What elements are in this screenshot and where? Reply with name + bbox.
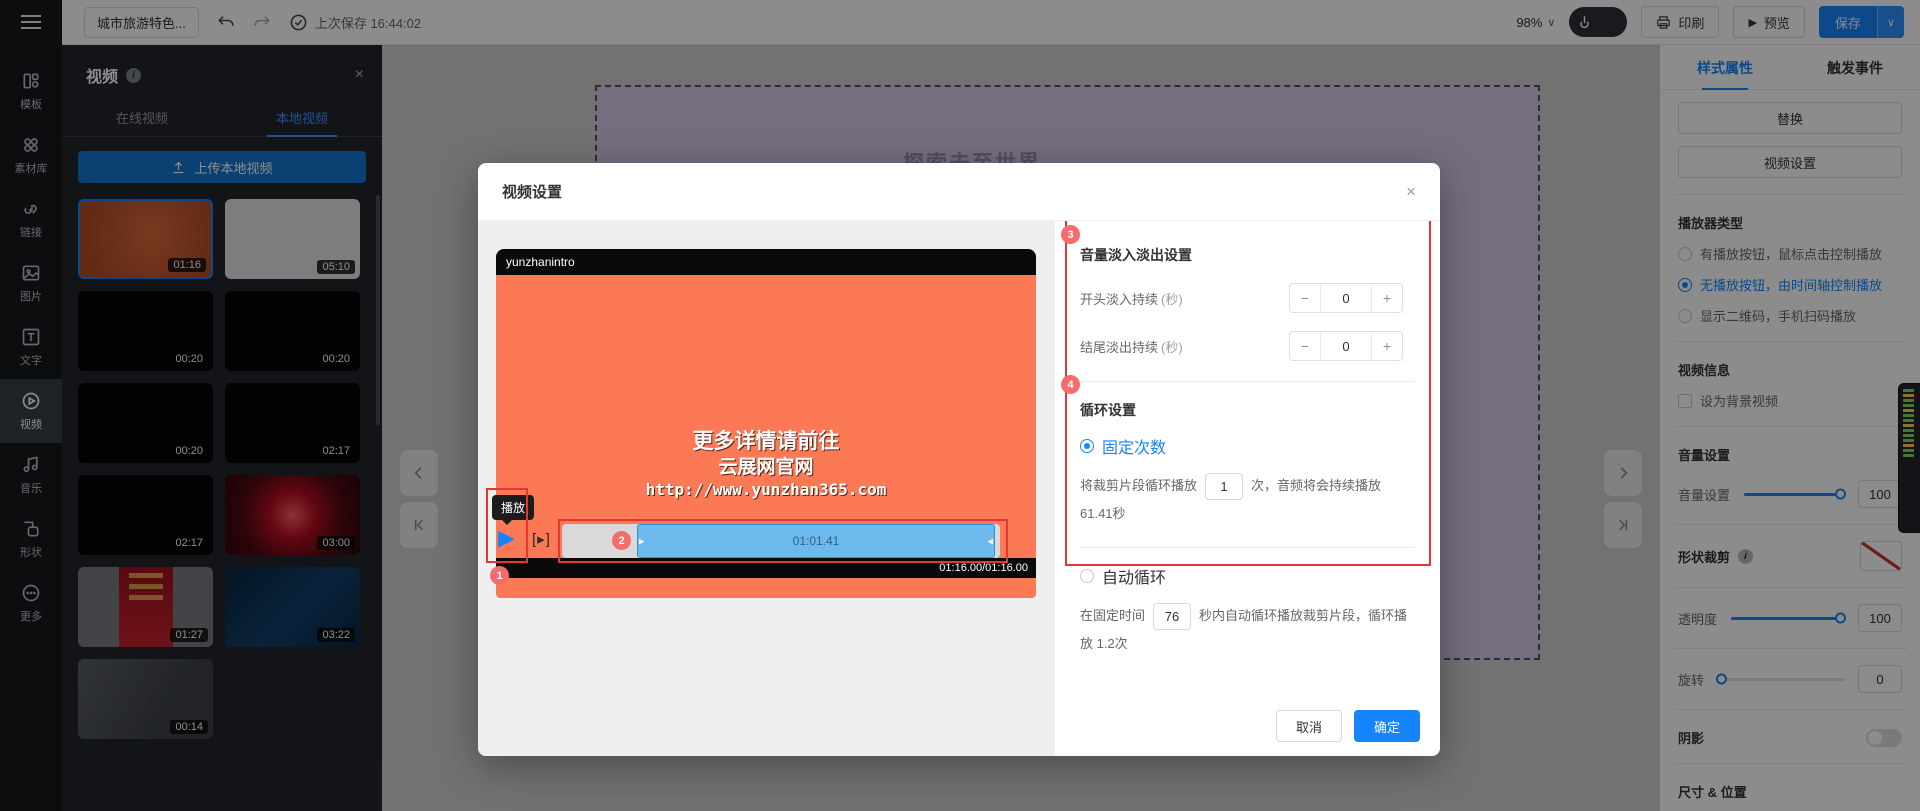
fade-in-value[interactable]: 0 <box>1320 284 1372 312</box>
fade-in-stepper: − 0 + <box>1289 283 1403 313</box>
increment-button[interactable]: + <box>1372 284 1402 312</box>
modal-settings-column: 音量淡入淡出设置 开头淡入持续(秒) − 0 + 结尾淡出持续(秒) − 0 + <box>1055 221 1440 756</box>
decrement-button[interactable]: − <box>1290 284 1320 312</box>
fade-out-stepper: − 0 + <box>1289 331 1403 361</box>
modal-header: 视频设置 × <box>478 163 1440 221</box>
loop-fixed-description: 将裁剪片段循环播放1次，音频将会持续播放61.41秒 <box>1080 472 1415 527</box>
cancel-button[interactable]: 取消 <box>1276 710 1342 742</box>
fade-in-label: 开头淡入持续 <box>1080 292 1158 307</box>
fade-out-value[interactable]: 0 <box>1320 332 1372 360</box>
video-player-titlebar: yunzhanintro <box>496 249 1036 275</box>
video-player-timebar: 01:16.00/01:16.00 <box>496 558 1036 578</box>
loop-seconds-input[interactable]: 76 <box>1153 603 1191 630</box>
video-frame: 更多详情请前往 云展网官网 http://www.yunzhan365.com <box>496 275 1036 558</box>
modal-title: 视频设置 <box>502 181 562 202</box>
trim-selection[interactable]: ▸ 01:01.41 ◂ <box>637 524 995 558</box>
annotation-badge-1: 1 <box>490 566 509 585</box>
video-settings-modal: 视频设置 × yunzhanintro 更多详情请前往 云展网官网 http:/… <box>478 163 1440 756</box>
watermark-text: 更多详情请前往 云展网官网 http://www.yunzhan365.com <box>496 428 1036 501</box>
loop-count-input[interactable]: 1 <box>1205 473 1243 500</box>
radio-label: 固定次数 <box>1102 434 1166 458</box>
loop-auto-description: 在固定时间76秒内自动循环播放裁剪片段，循环播放 1.2次 <box>1080 602 1415 657</box>
annotation-badge-4: 4 <box>1061 375 1080 394</box>
radio-label: 自动循环 <box>1102 564 1166 588</box>
close-modal-icon[interactable]: × <box>1406 182 1416 202</box>
play-segment-icon[interactable]: [▸] <box>532 530 551 548</box>
loop-auto-option[interactable]: 自动循环 <box>1080 564 1415 588</box>
modal-footer: 取消 确定 <box>1276 710 1420 742</box>
play-tooltip: 播放 <box>492 495 534 520</box>
fade-out-row: 结尾淡出持续(秒) − 0 + <box>1080 331 1415 361</box>
trim-right-handle[interactable]: ◂ <box>987 535 993 548</box>
loop-section-title: 循环设置 <box>1080 400 1415 420</box>
play-button[interactable]: ▶ <box>498 527 515 549</box>
confirm-button[interactable]: 确定 <box>1354 710 1420 742</box>
trim-selection-time: 01:01.41 <box>793 534 840 548</box>
fade-in-unit: (秒) <box>1161 292 1183 307</box>
loop-fixed-count-option[interactable]: 固定次数 <box>1080 434 1415 458</box>
video-name: yunzhanintro <box>506 255 575 269</box>
fade-in-row: 开头淡入持续(秒) − 0 + <box>1080 283 1415 313</box>
fade-section-title: 音量淡入淡出设置 <box>1080 245 1415 265</box>
radio-icon <box>1080 569 1094 583</box>
annotation-badge-2: 2 <box>612 531 631 550</box>
app-window: 城市旅游特色... 上次保存 16:44:02 98% ∨ 印刷 ▶ <box>0 0 1920 811</box>
fade-out-label: 结尾淡出持续 <box>1080 340 1158 355</box>
annotation-badge-3: 3 <box>1061 225 1080 244</box>
radio-icon-selected <box>1080 439 1094 453</box>
decrement-button[interactable]: − <box>1290 332 1320 360</box>
increment-button[interactable]: + <box>1372 332 1402 360</box>
modal-preview-column: yunzhanintro 更多详情请前往 云展网官网 http://www.yu… <box>478 221 1055 756</box>
time-display: 01:16.00/01:16.00 <box>939 562 1028 574</box>
trim-left-handle[interactable]: ▸ <box>639 535 645 548</box>
fade-out-unit: (秒) <box>1161 340 1183 355</box>
